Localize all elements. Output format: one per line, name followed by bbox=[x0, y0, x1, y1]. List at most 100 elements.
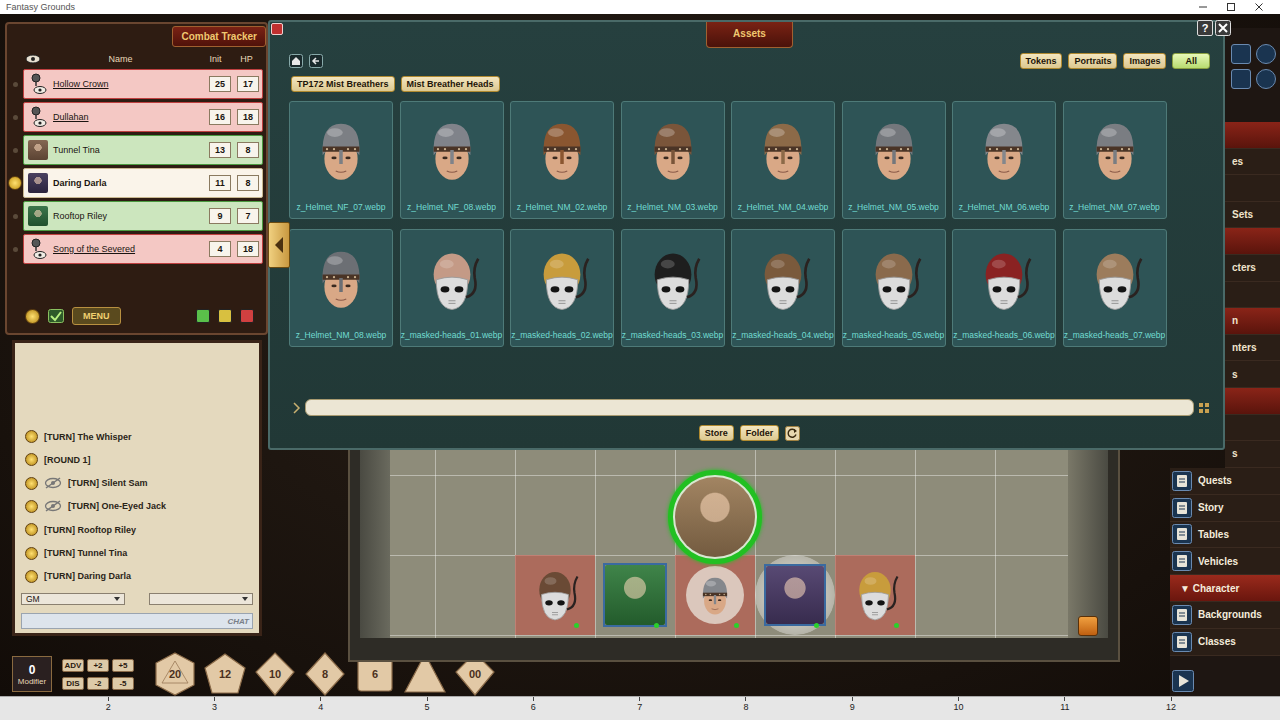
filter-button[interactable]: Portraits bbox=[1068, 53, 1117, 69]
sidebar-item[interactable]: cters bbox=[1225, 255, 1280, 282]
d10-die-icon[interactable]: 10 bbox=[252, 651, 298, 697]
asset-card[interactable]: z_Helmet_NF_08.webp bbox=[400, 101, 504, 219]
modifier-button[interactable]: -5 bbox=[112, 677, 134, 690]
asset-card[interactable]: z_masked-heads_02.webp bbox=[510, 229, 614, 347]
asset-card[interactable]: z_masked-heads_04.webp bbox=[731, 229, 835, 347]
map-token[interactable] bbox=[515, 555, 595, 635]
tool-icon[interactable] bbox=[1256, 44, 1276, 64]
sidebar-item[interactable] bbox=[1225, 122, 1280, 149]
sidebar-item[interactable]: n bbox=[1225, 308, 1280, 335]
foe-faction-icon[interactable] bbox=[240, 309, 254, 323]
friend-faction-icon[interactable] bbox=[196, 309, 210, 323]
sidebar-item[interactable]: es bbox=[1225, 149, 1280, 176]
combatant-row[interactable]: Hollow Crown 25 17 bbox=[7, 69, 263, 99]
combatant-row[interactable]: Tunnel Tina 13 8 bbox=[7, 135, 263, 165]
foe-visibility-icon[interactable] bbox=[28, 236, 48, 262]
map-token[interactable] bbox=[675, 555, 755, 635]
selected-token[interactable] bbox=[668, 470, 762, 564]
asset-card[interactable]: z_Helmet_NF_07.webp bbox=[289, 101, 393, 219]
menu-button[interactable]: MENU bbox=[72, 307, 121, 325]
asset-card[interactable]: z_Helmet_NM_06.webp bbox=[952, 101, 1056, 219]
init-field[interactable]: 13 bbox=[209, 142, 231, 158]
map-token[interactable] bbox=[835, 555, 915, 635]
asset-card[interactable]: z_Helmet_NM_08.webp bbox=[289, 229, 393, 347]
filter-toggle-icon[interactable] bbox=[293, 402, 301, 414]
foe-visibility-icon[interactable] bbox=[28, 71, 48, 97]
play-icon[interactable] bbox=[1172, 670, 1194, 692]
breadcrumb[interactable]: TP172 Mist Breathers bbox=[291, 76, 395, 92]
d12-die-icon[interactable]: 12 bbox=[202, 651, 248, 697]
help-button[interactable]: ? bbox=[1197, 20, 1213, 36]
filter-button[interactable]: Tokens bbox=[1020, 53, 1063, 69]
modifier-button[interactable]: +2 bbox=[87, 659, 109, 672]
combatant-row[interactable]: Rooftop Riley 9 7 bbox=[7, 201, 263, 231]
combatant-row[interactable]: Song of the Severed 4 18 bbox=[7, 234, 263, 264]
close-icon[interactable] bbox=[1215, 20, 1231, 36]
modifier-box[interactable]: 0 Modifier bbox=[12, 656, 52, 692]
sidebar-item[interactable]: Vehicles bbox=[1170, 548, 1280, 575]
sidebar-item[interactable] bbox=[1225, 388, 1280, 415]
action-button[interactable]: Folder bbox=[740, 425, 780, 441]
asset-card[interactable]: z_Helmet_NM_03.webp bbox=[621, 101, 725, 219]
tool-icon[interactable] bbox=[1256, 69, 1276, 89]
sidebar-item[interactable] bbox=[1225, 415, 1280, 442]
home-icon[interactable] bbox=[289, 54, 303, 68]
sidebar-item[interactable]: s bbox=[1225, 361, 1280, 388]
asset-card[interactable]: z_Helmet_NM_02.webp bbox=[510, 101, 614, 219]
breadcrumb[interactable]: Mist Breather Heads bbox=[401, 76, 500, 92]
sidebar-item[interactable]: Quests bbox=[1170, 468, 1280, 495]
modifier-button[interactable]: -2 bbox=[87, 677, 109, 690]
map-token[interactable] bbox=[595, 555, 675, 635]
eye-icon[interactable] bbox=[25, 54, 41, 64]
init-field[interactable]: 16 bbox=[209, 109, 231, 125]
collapse-tab[interactable] bbox=[268, 222, 290, 268]
battle-map[interactable] bbox=[360, 450, 1108, 638]
sidebar-item[interactable] bbox=[1225, 175, 1280, 202]
hp-field[interactable]: 8 bbox=[237, 142, 259, 158]
asset-card[interactable]: z_Helmet_NM_05.webp bbox=[842, 101, 946, 219]
sidebar-item[interactable] bbox=[1225, 282, 1280, 309]
filter-button[interactable]: All bbox=[1172, 53, 1210, 69]
asset-card[interactable]: z_masked-heads_07.webp bbox=[1063, 229, 1167, 347]
grid-view-icon[interactable] bbox=[1198, 402, 1210, 414]
action-button[interactable]: Store bbox=[699, 425, 734, 441]
neutral-faction-icon[interactable] bbox=[218, 309, 232, 323]
hp-field[interactable]: 18 bbox=[237, 241, 259, 257]
combatant-row[interactable]: Daring Darla 11 8 bbox=[7, 168, 263, 198]
minimize-icon[interactable] bbox=[1198, 2, 1208, 12]
asset-card[interactable]: z_Helmet_NM_04.webp bbox=[731, 101, 835, 219]
sidebar-section-header[interactable]: ▼ Character bbox=[1170, 575, 1280, 602]
close-icon[interactable] bbox=[1254, 2, 1264, 12]
hp-field[interactable]: 8 bbox=[237, 175, 259, 191]
maximize-icon[interactable] bbox=[1226, 2, 1236, 12]
mode-dropdown[interactable] bbox=[149, 593, 253, 605]
identity-dropdown[interactable]: GM bbox=[21, 593, 125, 605]
map-token[interactable] bbox=[755, 555, 835, 635]
search-field[interactable] bbox=[305, 399, 1194, 416]
combatant-row[interactable]: Dullahan 16 18 bbox=[7, 102, 263, 132]
modifier-button[interactable]: +5 bbox=[112, 659, 134, 672]
filter-button[interactable]: Images bbox=[1123, 53, 1166, 69]
init-field[interactable]: 4 bbox=[209, 241, 231, 257]
map-resize-icon[interactable] bbox=[1078, 616, 1098, 636]
next-actor-icon[interactable] bbox=[25, 309, 40, 324]
asset-card[interactable]: z_masked-heads_03.webp bbox=[621, 229, 725, 347]
asset-card[interactable]: z_masked-heads_01.webp bbox=[400, 229, 504, 347]
window-lock-icon[interactable] bbox=[271, 23, 283, 35]
sidebar-item[interactable]: s bbox=[1225, 441, 1280, 468]
asset-card[interactable]: z_Helmet_NM_07.webp bbox=[1063, 101, 1167, 219]
asset-card[interactable]: z_masked-heads_06.webp bbox=[952, 229, 1056, 347]
d8-die-icon[interactable]: 8 bbox=[302, 651, 348, 697]
asset-card[interactable]: z_masked-heads_05.webp bbox=[842, 229, 946, 347]
tool-icon[interactable] bbox=[1231, 44, 1251, 64]
d20-die-icon[interactable]: 20 bbox=[152, 651, 198, 697]
chat-input[interactable]: CHAT bbox=[21, 613, 253, 629]
foe-visibility-icon[interactable] bbox=[28, 104, 48, 130]
init-field[interactable]: 11 bbox=[209, 175, 231, 191]
hp-field[interactable]: 17 bbox=[237, 76, 259, 92]
sidebar-item[interactable] bbox=[1225, 228, 1280, 255]
hp-field[interactable]: 18 bbox=[237, 109, 259, 125]
sidebar-item[interactable]: Story bbox=[1170, 495, 1280, 522]
sidebar-item[interactable]: Classes bbox=[1170, 629, 1280, 656]
tool-icon[interactable] bbox=[1231, 69, 1251, 89]
